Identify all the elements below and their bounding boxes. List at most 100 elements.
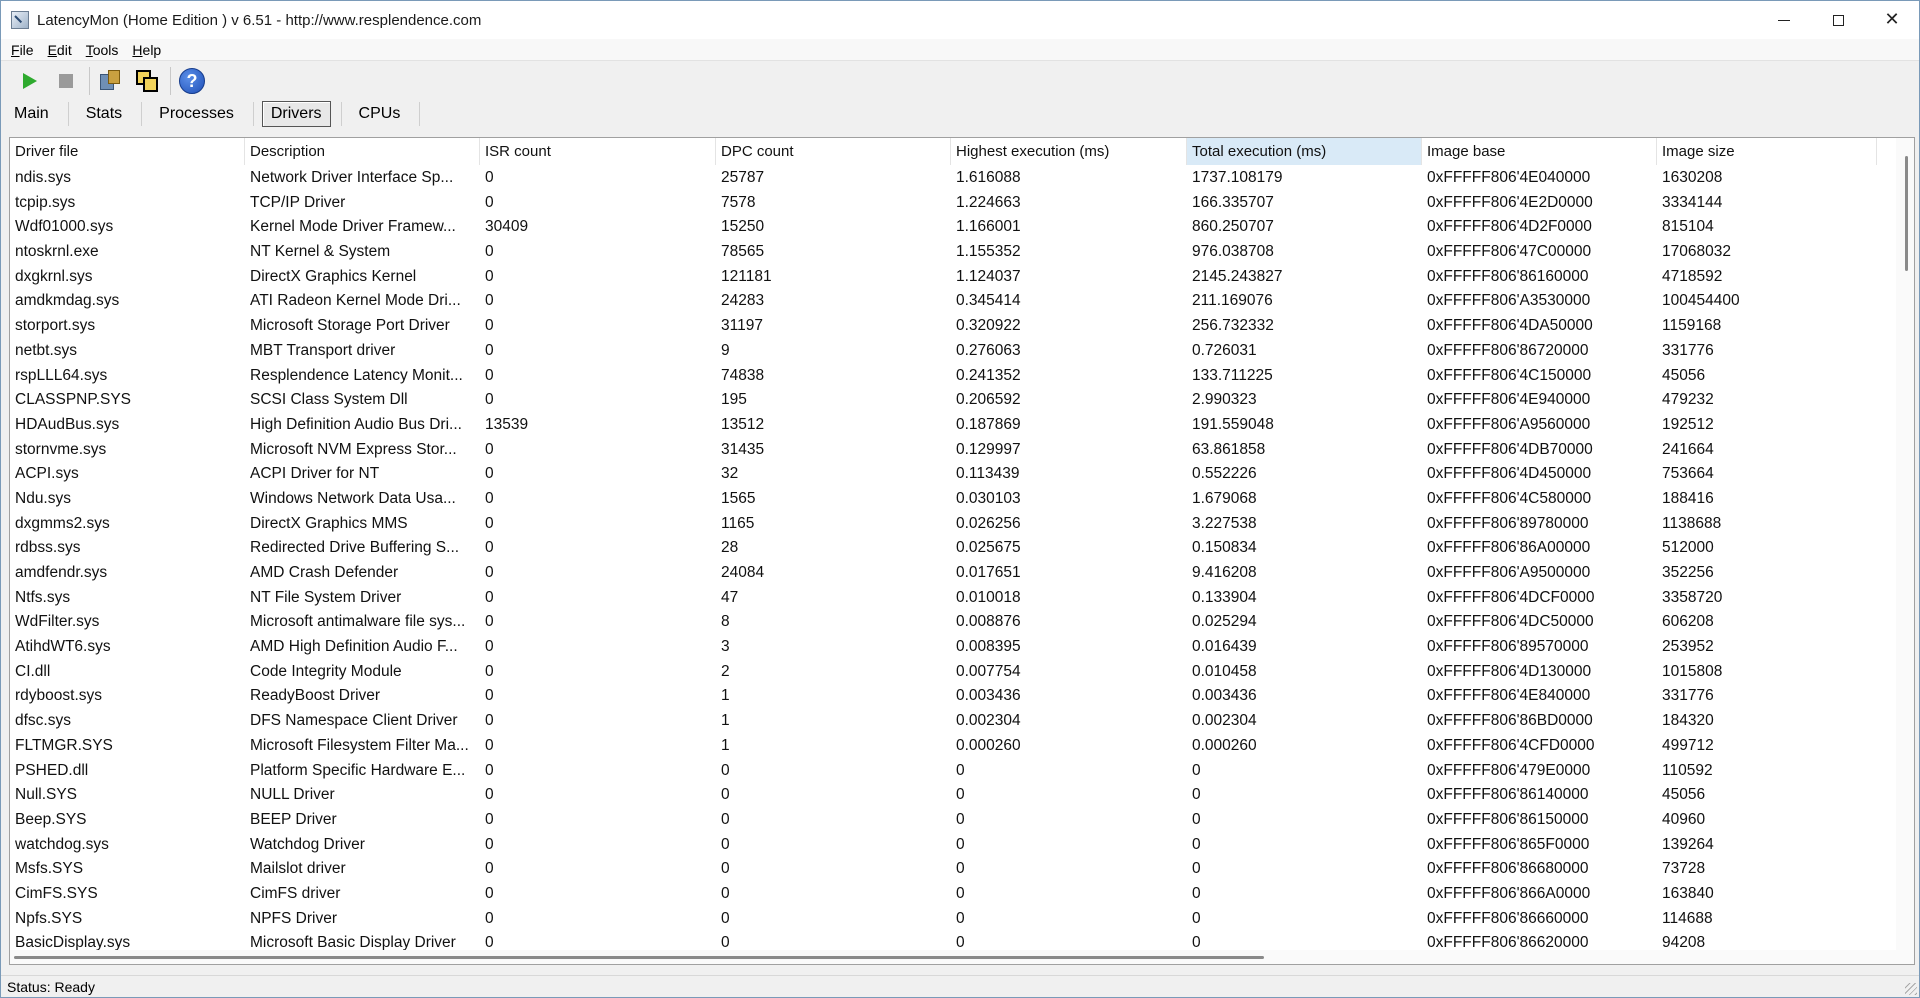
- tab-cpus[interactable]: CPUs: [350, 101, 410, 127]
- table-row[interactable]: netbt.sys MBT Transport driver 0 9 0.276063 0…: [10, 339, 1877, 364]
- table-cell: 1.224663: [956, 193, 1021, 211]
- table-cell: 0: [485, 736, 494, 754]
- table-cell: 0.129997: [956, 440, 1021, 458]
- table-cell: PSHED.dll: [15, 761, 89, 779]
- menu-tools[interactable]: Tools: [86, 42, 119, 58]
- column-header-description[interactable]: Description: [245, 138, 480, 165]
- maximize-button[interactable]: [1811, 1, 1865, 39]
- table-cell: FLTMGR.SYS: [15, 736, 113, 754]
- table-cell: 0: [721, 835, 730, 853]
- table-cell: 184320: [1662, 712, 1714, 730]
- copy-button[interactable]: [132, 66, 162, 96]
- vertical-scrollbar[interactable]: [1896, 138, 1914, 964]
- table-row[interactable]: ntoskrnl.exe NT Kernel & System 0 78565 1.15…: [10, 240, 1877, 265]
- table-cell: High Definition Audio Bus Dri...: [250, 415, 462, 433]
- column-header-total-execution[interactable]: Total execution (ms): [1187, 138, 1422, 165]
- tab-processes[interactable]: Processes: [150, 101, 243, 127]
- table-cell: 9.416208: [1192, 564, 1257, 581]
- stop-button[interactable]: [51, 66, 81, 96]
- table-cell: Watchdog Driver: [250, 835, 365, 853]
- table-row[interactable]: tcpip.sys TCP/IP Driver 0 7578 1.224663 166.3…: [10, 191, 1877, 216]
- status-bar: Status: Ready: [1, 975, 1919, 997]
- table-row[interactable]: rspLLL64.sys Resplendence Latency Monit..…: [10, 364, 1877, 389]
- menu-help[interactable]: Help: [132, 42, 161, 58]
- horizontal-scrollbar[interactable]: [10, 950, 1898, 964]
- table-cell: 0: [1192, 810, 1201, 828]
- table-cell: 0xFFFFF806'86720000: [1427, 341, 1589, 359]
- table-cell: 0.726031: [1192, 341, 1257, 359]
- table-row[interactable]: dfsc.sys DFS Namespace Client Driver 0 1 0.0…: [10, 709, 1877, 734]
- table-cell: 0xFFFFF806'4DB70000: [1427, 440, 1593, 458]
- column-header-image-size[interactable]: Image size: [1657, 138, 1877, 165]
- column-header-dpc-count[interactable]: DPC count: [716, 138, 951, 165]
- table-cell: 0: [485, 588, 494, 606]
- resize-grip-icon[interactable]: [1905, 983, 1917, 995]
- table-cell: 2.990323: [1192, 391, 1257, 409]
- table-cell: Platform Specific Hardware E...: [250, 761, 466, 779]
- table-row[interactable]: Ntfs.sys NT File System Driver 0 47 0.010018…: [10, 586, 1877, 611]
- horizontal-scroll-thumb[interactable]: [14, 956, 1264, 959]
- help-button[interactable]: ?: [177, 66, 207, 96]
- table-row[interactable]: Beep.SYS BEEP Driver 0 0 0 0 0xFFFFF806'861500…: [10, 808, 1877, 833]
- table-cell: 163840: [1662, 884, 1714, 902]
- table-row[interactable]: HDAudBus.sys High Definition Audio Bus Dr…: [10, 413, 1877, 438]
- table-cell: 0xFFFFF806'4E2D0000: [1427, 193, 1593, 211]
- table-row[interactable]: FLTMGR.SYS Microsoft Filesystem Filter Ma…: [10, 734, 1877, 759]
- table-cell: 25787: [721, 169, 765, 186]
- table-row[interactable]: Ndu.sys Windows Network Data Usa... 0 1565 0…: [10, 487, 1877, 512]
- table-row[interactable]: stornvme.sys Microsoft NVM Express Stor..…: [10, 438, 1877, 463]
- table-row[interactable]: Npfs.SYS NPFS Driver 0 0 0 0 0xFFFFF806'866600…: [10, 907, 1877, 932]
- copy-icon: [134, 68, 160, 94]
- table-row[interactable]: Null.SYS NULL Driver 0 0 0 0 0xFFFFF806'861400…: [10, 783, 1877, 808]
- table-row[interactable]: WdFilter.sys Microsoft antimalware file s…: [10, 610, 1877, 635]
- menu-file[interactable]: File: [11, 42, 34, 58]
- table-row[interactable]: storport.sys Microsoft Storage Port Drive…: [10, 314, 1877, 339]
- table-row[interactable]: ACPI.sys ACPI Driver for NT 0 32 0.113439 0.5…: [10, 462, 1877, 487]
- table-cell: ACPI Driver for NT: [250, 465, 380, 483]
- table-cell: Ndu.sys: [15, 489, 71, 507]
- table-row[interactable]: CI.dll Code Integrity Module 0 2 0.007754 0.0…: [10, 660, 1877, 685]
- vertical-scroll-thumb[interactable]: [1905, 156, 1908, 271]
- tab-main[interactable]: Main: [5, 101, 58, 127]
- table-row[interactable]: AtihdWT6.sys AMD High Definition Audio F.…: [10, 635, 1877, 660]
- table-row[interactable]: Wdf01000.sys Kernel Mode Driver Framew...…: [10, 215, 1877, 240]
- table-row[interactable]: Msfs.SYS Mailslot driver 0 0 0 0 0xFFFFF806'86…: [10, 857, 1877, 882]
- table-row[interactable]: dxgmms2.sys DirectX Graphics MMS 0 1165 0.02…: [10, 512, 1877, 537]
- table-row[interactable]: ndis.sys Network Driver Interface Sp... 0 2…: [10, 166, 1877, 191]
- table-cell: 0xFFFFF806'A3530000: [1427, 292, 1591, 310]
- tab-drivers[interactable]: Drivers: [261, 101, 331, 127]
- table-cell: 0xFFFFF806'47C00000: [1427, 243, 1592, 261]
- table-row[interactable]: rdyboost.sys ReadyBoost Driver 0 1 0.003436 0…: [10, 684, 1877, 709]
- table-row[interactable]: dxgkrnl.sys DirectX Graphics Kernel 0 12118…: [10, 265, 1877, 290]
- table-cell: 15250: [721, 218, 765, 236]
- table-cell: 0.025294: [1192, 613, 1257, 631]
- table-cell: NULL Driver: [250, 786, 335, 804]
- table-cell: 74838: [721, 366, 765, 384]
- start-button[interactable]: [15, 66, 45, 96]
- table-cell: 0: [485, 169, 494, 186]
- table-cell: 1015808: [1662, 662, 1723, 680]
- column-header-image-base[interactable]: Image base: [1422, 138, 1657, 165]
- table-cell: Npfs.SYS: [15, 909, 83, 927]
- column-header-isr-count[interactable]: ISR count: [480, 138, 716, 165]
- close-button[interactable]: ✕: [1865, 1, 1919, 39]
- minimize-button[interactable]: [1757, 1, 1811, 39]
- table-cell: 78565: [721, 243, 765, 261]
- tab-stats[interactable]: Stats: [77, 101, 131, 127]
- table-row[interactable]: PSHED.dll Platform Specific Hardware E...…: [10, 759, 1877, 784]
- table-cell: dxgmms2.sys: [15, 514, 110, 532]
- table-cell: Code Integrity Module: [250, 662, 402, 680]
- table-row[interactable]: amdfendr.sys AMD Crash Defender 0 24084 0.01…: [10, 561, 1877, 586]
- column-header-highest-execution[interactable]: Highest execution (ms): [951, 138, 1187, 165]
- table-row[interactable]: watchdog.sys Watchdog Driver 0 0 0 0 0xFFFFF80…: [10, 833, 1877, 858]
- column-header-driver-file[interactable]: Driver file: [10, 138, 245, 165]
- menu-edit[interactable]: Edit: [48, 42, 72, 58]
- table-cell: 0.206592: [956, 391, 1021, 409]
- table-cell: 3334144: [1662, 193, 1723, 211]
- table-row[interactable]: CimFS.SYS CimFS driver 0 0 0 0 0xFFFFF806'866A…: [10, 882, 1877, 907]
- table-cell: 860.250707: [1192, 218, 1274, 236]
- table-row[interactable]: rdbss.sys Redirected Drive Buffering S...…: [10, 536, 1877, 561]
- tools-button[interactable]: [96, 66, 126, 96]
- table-row[interactable]: CLASSPNP.SYS SCSI Class System Dll 0 195 0.2…: [10, 388, 1877, 413]
- table-row[interactable]: amdkmdag.sys ATI Radeon Kernel Mode Dri..…: [10, 289, 1877, 314]
